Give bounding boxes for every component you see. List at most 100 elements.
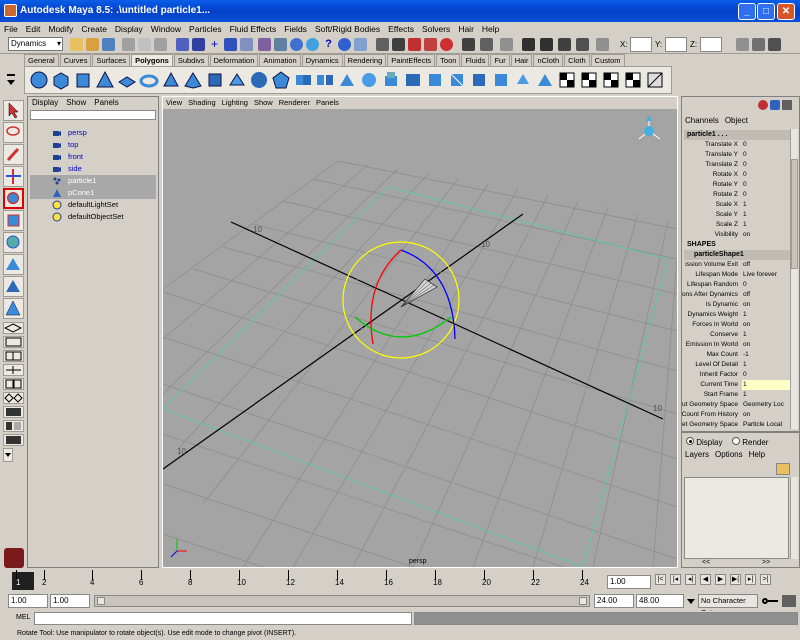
layer-menu-layers[interactable]: Layers	[682, 449, 712, 461]
attribute-value[interactable]: Particle Local	[742, 420, 790, 430]
step-forward-frame-button[interactable]: ▶|	[730, 574, 741, 585]
bridge-icon[interactable]	[403, 70, 423, 90]
render-view-icon[interactable]	[522, 38, 535, 51]
range-bar[interactable]	[94, 595, 590, 607]
shelf-tab-animation[interactable]: Animation	[259, 54, 301, 66]
layout-hypershade-button[interactable]	[3, 378, 24, 390]
channel-value[interactable]: 0	[742, 180, 790, 190]
end-time-field[interactable]: 48.00	[636, 594, 684, 608]
channel-value[interactable]: on	[742, 230, 790, 240]
extract-icon[interactable]	[337, 70, 357, 90]
snap-point-icon[interactable]	[392, 38, 405, 51]
lasso-tool-button[interactable]	[3, 122, 24, 143]
z-field[interactable]	[700, 37, 722, 52]
smooth-icon[interactable]	[359, 70, 379, 90]
channel-value[interactable]: 0	[742, 160, 790, 170]
go-to-end-button[interactable]: >|	[760, 574, 771, 585]
shape-attribute-row[interactable]: Current Time 1	[684, 380, 790, 390]
shape-attribute-row[interactable]: Inherit Factor 0	[684, 370, 790, 380]
checker-map-4-icon[interactable]	[623, 70, 643, 90]
outliner-item-defaultlightset[interactable]: defaultLightSet	[30, 199, 156, 211]
move-tool-button[interactable]	[3, 166, 24, 187]
shelf-tab-general[interactable]: General	[24, 54, 59, 66]
attribute-value[interactable]: 1	[742, 390, 790, 400]
extrude-icon[interactable]	[381, 70, 401, 90]
outliner-item-top[interactable]: top	[30, 139, 156, 151]
shelf-tab-ncloth[interactable]: nCloth	[533, 54, 564, 66]
channel-row[interactable]: Translate X 0	[684, 140, 790, 150]
perspective-viewport[interactable]: View Shading Lighting Show Renderer Panels	[162, 96, 678, 568]
snap-grid-icon[interactable]	[354, 38, 367, 51]
planar-map-icon[interactable]	[513, 70, 533, 90]
shelf-tab-custom[interactable]: Custom	[590, 54, 625, 66]
poly-sphere-icon[interactable]	[29, 70, 49, 90]
tool-settings-toggle-icon[interactable]	[782, 100, 792, 110]
channel-box-scrollbar[interactable]	[790, 129, 798, 429]
snap-view-icon[interactable]	[408, 38, 421, 51]
menu-create[interactable]: Create	[77, 22, 111, 36]
shelf-tab-surfaces[interactable]: Surfaces	[92, 54, 131, 66]
checker-map-2-icon[interactable]	[579, 70, 599, 90]
menu-fields[interactable]: Fields	[280, 22, 311, 36]
channel-value[interactable]: 0	[742, 170, 790, 180]
start-time-field[interactable]: 1.00	[8, 594, 48, 608]
shelf-tab-rendering[interactable]: Rendering	[343, 54, 387, 66]
shape-attribute-row[interactable]: ons After Dynamics off	[682, 290, 790, 300]
menu-fluid-effects[interactable]: Fluid Effects	[226, 22, 281, 36]
question-icon[interactable]: ?	[322, 38, 335, 51]
poly-soccer-icon[interactable]	[249, 70, 269, 90]
character-set-dropdown-icon[interactable]	[686, 596, 696, 606]
input-mode-icon[interactable]	[596, 38, 609, 51]
ipr-render-icon[interactable]	[558, 38, 571, 51]
shape-attribute-row[interactable]: Is Dynamic on	[684, 300, 790, 310]
outliner-item-particle1[interactable]: particle1	[30, 175, 156, 187]
attribute-value[interactable]: 0	[742, 280, 790, 290]
select-misc-icon[interactable]	[290, 38, 303, 51]
attribute-value[interactable]: 1	[742, 360, 790, 370]
character-set-field[interactable]: No Character Set	[698, 594, 758, 617]
viewport-menu-show[interactable]: Show	[251, 97, 276, 109]
combine-icon[interactable]	[293, 70, 313, 90]
attribute-value[interactable]: 1	[742, 330, 790, 340]
playback-start-field[interactable]: 1.00	[50, 594, 90, 608]
x-field[interactable]	[630, 37, 652, 52]
layer-menu-options[interactable]: Options	[712, 449, 746, 461]
current-frame-field[interactable]: 1.00	[607, 575, 651, 589]
poly-plane-icon[interactable]	[117, 70, 137, 90]
split-polygon-icon[interactable]	[447, 70, 467, 90]
channel-row[interactable]: Rotate Y 0	[684, 180, 790, 190]
menu-set-dropdown[interactable]: Dynamics	[8, 37, 63, 51]
snap-curve-icon[interactable]	[376, 38, 389, 51]
select-deformations-icon[interactable]	[240, 38, 253, 51]
menu-window[interactable]: Window	[147, 22, 185, 36]
attribute-value[interactable]: Live forever	[742, 270, 790, 280]
viewport-menu-lighting[interactable]: Lighting	[219, 97, 251, 109]
outliner-item-pcone1[interactable]: pCone1	[30, 187, 156, 199]
select-curves-icon[interactable]: +	[208, 38, 221, 51]
universal-manip-button[interactable]	[3, 232, 24, 253]
select-joints-icon[interactable]	[192, 38, 205, 51]
channel-row[interactable]: Rotate Z 0	[684, 190, 790, 200]
layout-expand-button[interactable]	[3, 448, 13, 462]
checker-map-1-icon[interactable]	[557, 70, 577, 90]
maximize-button[interactable]: □	[757, 3, 775, 20]
menu-hair[interactable]: Hair	[454, 22, 478, 36]
outliner-menu-show[interactable]: Show	[62, 97, 90, 109]
viewport-menu-renderer[interactable]: Renderer	[276, 97, 313, 109]
layout-toggle-button[interactable]	[3, 420, 24, 432]
poly-pyramid-icon[interactable]	[183, 70, 203, 90]
layer-scrollbar[interactable]	[790, 477, 798, 559]
layout-four-button[interactable]	[3, 336, 24, 348]
range-end-handle[interactable]	[579, 597, 587, 605]
animation-prefs-icon[interactable]	[782, 595, 796, 607]
select-component-icon[interactable]	[154, 38, 167, 51]
channel-value[interactable]: 1	[742, 220, 790, 230]
shape-attribute-row[interactable]: Max Count -1	[684, 350, 790, 360]
shelf-menu-icon[interactable]	[4, 72, 20, 92]
attribute-value[interactable]: Geometry Loc	[742, 400, 790, 410]
playback-end-field[interactable]: 24.00	[594, 594, 634, 608]
select-dynamics-icon[interactable]	[258, 38, 271, 51]
attribute-value[interactable]: on	[742, 300, 790, 310]
shelf-tab-curves[interactable]: Curves	[59, 54, 92, 66]
viewport-canvas[interactable]: 10 10 10 10 persp	[162, 109, 678, 568]
